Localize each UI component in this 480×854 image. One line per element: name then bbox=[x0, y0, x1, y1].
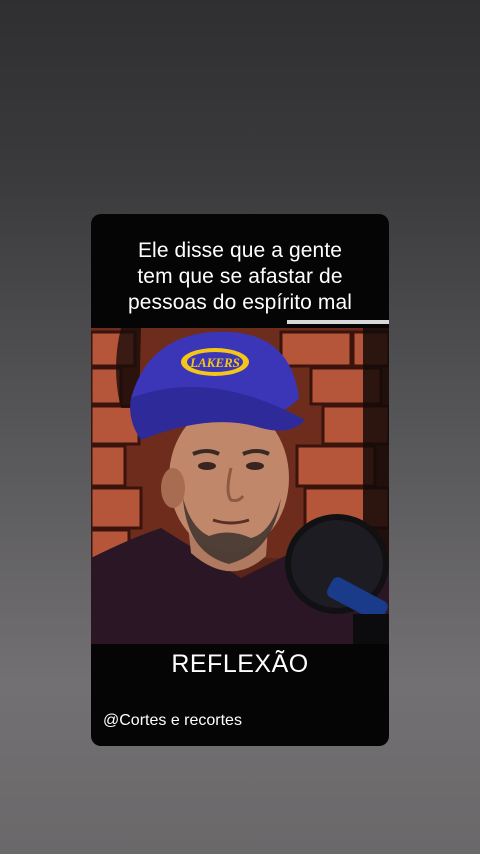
video-frame[interactable]: LAKERS bbox=[91, 328, 389, 644]
cap-logo-text: LAKERS bbox=[189, 355, 240, 370]
channel-handle[interactable]: @Cortes e recortes bbox=[103, 712, 242, 730]
video-title: REFLEXÃO bbox=[171, 650, 309, 678]
caption-line-2: tem que se afastar de bbox=[137, 265, 343, 288]
caption-line-1: Ele disse que a gente bbox=[137, 239, 343, 262]
caption-line-3: pessoas do espírito mal bbox=[127, 291, 353, 314]
caption-underline bbox=[287, 320, 389, 324]
caption-text: Ele disse que a gente tem que se afastar… bbox=[91, 238, 389, 316]
video-card[interactable]: Ele disse que a gente tem que se afastar… bbox=[91, 214, 389, 746]
video-image: LAKERS bbox=[91, 328, 389, 644]
story-screen: { "caption": { "lines": [ "Ele disse que… bbox=[0, 0, 480, 854]
